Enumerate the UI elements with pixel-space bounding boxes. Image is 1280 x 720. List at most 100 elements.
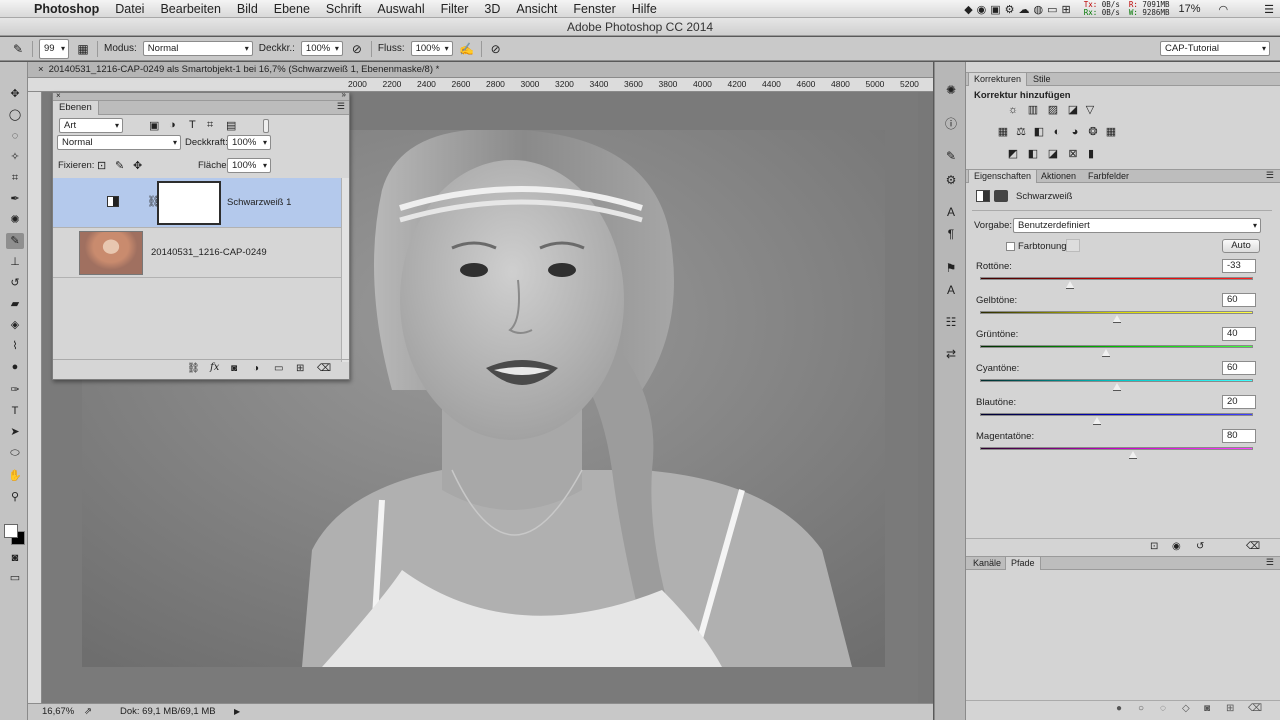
preset-select[interactable]: Benutzerdefiniert — [1013, 218, 1261, 233]
screen-mode-icon[interactable]: ▭ — [6, 570, 24, 586]
brush-settings-icon[interactable]: ⚙ — [943, 172, 959, 188]
slider-track[interactable] — [980, 277, 1253, 280]
layer-thumbnail[interactable] — [79, 231, 143, 275]
exposure-icon[interactable]: ◪ — [1066, 104, 1080, 117]
gradient-map-icon[interactable]: ▮ — [1084, 148, 1098, 161]
color-lookup-icon[interactable]: ▦ — [1104, 126, 1118, 139]
slider-value-field[interactable]: 80 — [1222, 429, 1256, 443]
new-path-icon[interactable]: ⊞ — [1226, 703, 1234, 714]
panel-close-icon[interactable]: × — [56, 91, 61, 100]
layer-row-schwarzweiss[interactable]: ⛓ Schwarzweiß 1 — [53, 178, 341, 228]
layer-opacity-field[interactable]: 100% — [227, 135, 271, 150]
filter-type-icon[interactable]: T — [189, 119, 196, 131]
list-icon[interactable]: ☰ — [1264, 3, 1274, 16]
wifi-icon[interactable]: ◠ — [1219, 3, 1229, 16]
slider-track[interactable] — [980, 345, 1253, 348]
zoom-level[interactable]: 16,67% — [42, 704, 74, 720]
filter-smart-object-icon[interactable]: ▤ — [226, 119, 236, 132]
new-layer-icon[interactable]: ⊞ — [296, 363, 304, 374]
document-info[interactable]: Dok: 69,1 MB/69,1 MB — [120, 704, 216, 720]
horizontal-ruler[interactable]: 2000 2200 2400 2600 2800 3000 3200 3400 3600 3800… — [28, 78, 933, 92]
filter-shape-icon[interactable]: ⌗ — [207, 119, 213, 132]
menu-fenster[interactable]: Fenster — [565, 2, 623, 16]
zoom-tool-icon[interactable]: ⚲ — [6, 489, 24, 505]
panel-collapse-icon[interactable]: » — [342, 90, 346, 99]
layer-mask-thumbnail[interactable] — [157, 181, 221, 225]
brush-panel-icon[interactable]: ▦ — [75, 41, 91, 57]
tab-pfade[interactable]: Pfade — [1005, 557, 1041, 570]
history-brush-tool-icon[interactable]: ↺ — [6, 275, 24, 291]
tab-farbfelder[interactable]: Farbfelder — [1083, 170, 1134, 183]
menu-auswahl[interactable]: Auswahl — [369, 2, 432, 16]
delete-adjustment-icon[interactable]: ⌫ — [1246, 541, 1260, 552]
filter-pixel-icon[interactable]: ▣ — [149, 119, 159, 132]
slider-track[interactable] — [980, 413, 1253, 416]
paragraph-styles-icon[interactable]: A — [943, 282, 959, 298]
tab-aktionen[interactable]: Aktionen — [1036, 170, 1081, 183]
panel-header-strip[interactable]: × » — [53, 90, 349, 101]
fill-field[interactable]: 100% — [227, 158, 271, 173]
panel-menu-icon[interactable]: ☰ — [337, 101, 345, 112]
hand-tool-icon[interactable]: ✋ — [6, 468, 24, 484]
blur-tool-icon[interactable]: ⌇ — [6, 338, 24, 354]
notes-icon[interactable]: ☷ — [943, 314, 959, 330]
marquee-tool-icon[interactable]: ◯ — [6, 107, 24, 123]
airbrush-icon[interactable]: ✍ — [459, 41, 475, 57]
view-previous-icon[interactable]: ◉ — [1172, 541, 1181, 552]
clone-source-icon[interactable]: ⇄ — [943, 346, 959, 362]
eraser-tool-icon[interactable]: ▰ — [6, 296, 24, 312]
menu-hilfe[interactable]: Hilfe — [624, 2, 665, 16]
brush-tool-icon[interactable]: ✎ — [10, 41, 26, 57]
gradient-map-vector-icon[interactable]: ▽ — [1083, 104, 1097, 117]
tab-stile[interactable]: Stile — [1028, 73, 1056, 86]
slider-value-field[interactable]: 20 — [1222, 395, 1256, 409]
posterize-icon[interactable]: ◧ — [1026, 148, 1040, 161]
eyedropper-tool-icon[interactable]: ✒ — [6, 191, 24, 207]
stamp-tool-icon[interactable]: ⊥ — [6, 254, 24, 270]
slider-thumb[interactable] — [1112, 383, 1121, 391]
filter-toggle[interactable] — [263, 119, 269, 133]
selective-color-icon[interactable]: ⊠ — [1066, 148, 1080, 161]
stroke-path-icon[interactable]: ○ — [1138, 703, 1144, 714]
lasso-tool-icon[interactable]: ◌ — [6, 128, 24, 144]
new-group-icon[interactable]: ▭ — [274, 363, 283, 374]
photo-filter-icon[interactable]: ◕ — [1068, 126, 1082, 139]
dodge-tool-icon[interactable]: ● — [6, 359, 24, 375]
slider-value-field[interactable]: 40 — [1222, 327, 1256, 341]
close-doc-icon[interactable]: × — [38, 64, 44, 75]
slider-thumb[interactable] — [1093, 417, 1102, 425]
type-tool-icon[interactable]: T — [6, 403, 24, 419]
brush-tool-icon-active[interactable]: ✎ — [6, 233, 24, 249]
tab-kanaele[interactable]: Kanäle — [968, 557, 1006, 570]
menu-filter[interactable]: Filter — [433, 2, 477, 16]
pen-tool-icon[interactable]: ✑ — [6, 382, 24, 398]
quick-mask-icon[interactable]: ◙ — [6, 550, 24, 566]
menu-app-name[interactable]: Photoshop — [30, 2, 107, 16]
adjustment-type-icon[interactable] — [976, 190, 990, 202]
properties-menu-icon[interactable]: ☰ — [1266, 170, 1274, 181]
invert-icon[interactable]: ◩ — [1006, 148, 1020, 161]
lock-image-icon[interactable]: ✎ — [115, 159, 124, 172]
tint-color-swatch[interactable] — [1066, 239, 1080, 252]
load-selection-icon[interactable]: ◌ — [1160, 703, 1166, 714]
menu-schrift[interactable]: Schrift — [318, 2, 369, 16]
healing-tool-icon[interactable]: ✺ — [6, 212, 24, 228]
gradient-tool-icon[interactable]: ◈ — [6, 317, 24, 333]
pressure-size-icon[interactable]: ⊘ — [488, 41, 504, 57]
fx-icon[interactable]: fx — [210, 362, 219, 373]
delete-path-icon[interactable]: ⌫ — [1248, 703, 1262, 714]
menu-3d[interactable]: 3D — [476, 2, 508, 16]
opacity-field[interactable]: 100% — [300, 41, 343, 56]
delete-layer-icon[interactable]: ⌫ — [317, 363, 331, 374]
slider-value-field[interactable]: -33 — [1222, 259, 1256, 273]
tab-korrekturen[interactable]: Korrekturen — [968, 73, 1028, 86]
history-icon[interactable]: ✺ — [943, 82, 959, 98]
clip-to-layer-icon[interactable]: ⊡ — [1150, 541, 1158, 552]
mode-select[interactable]: Normal — [142, 41, 253, 56]
mask-icon[interactable] — [994, 190, 1008, 202]
flow-field[interactable]: 100% — [410, 41, 453, 56]
add-mask-path-icon[interactable]: ◙ — [1204, 703, 1210, 714]
layer-row-photo[interactable]: 20140531_1216-CAP-0249 — [53, 228, 341, 278]
channel-mixer-icon[interactable]: ❂ — [1086, 126, 1100, 139]
brightness-contrast-icon[interactable]: ☼ — [1006, 104, 1020, 117]
